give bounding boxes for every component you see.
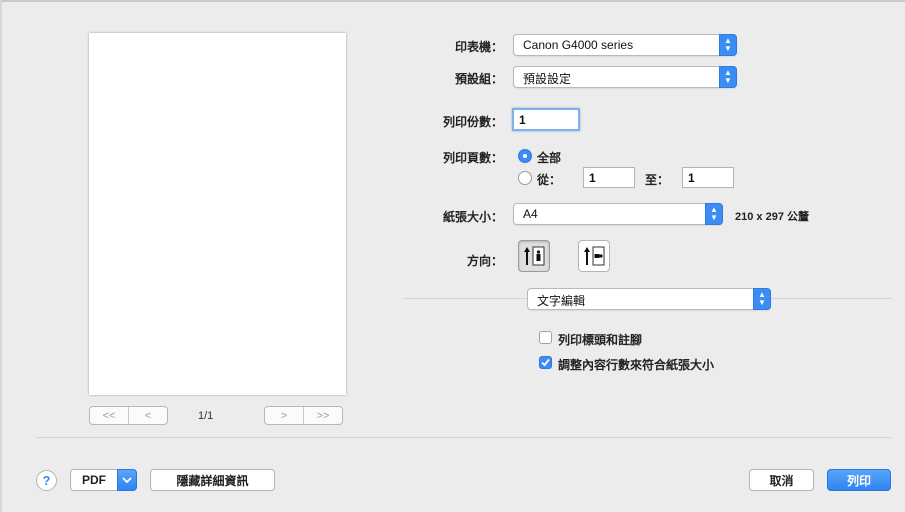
popup-arrows-icon: ▲ ▼ <box>719 34 737 56</box>
pages-label: 列印頁數： <box>442 151 503 165</box>
printer-popup[interactable]: Canon G4000 series ▲ ▼ <box>513 34 737 56</box>
preview-nav-back: << < <box>89 406 168 425</box>
preset-label: 預設組： <box>454 72 503 86</box>
preset-value: 預設設定 <box>523 72 572 86</box>
pages-from-field[interactable]: 1 <box>583 167 635 188</box>
top-border <box>0 0 905 2</box>
paper-dimensions: 210 x 297 公釐 <box>735 211 809 223</box>
checkmark-icon <box>541 358 550 367</box>
fit-lines-checkbox[interactable] <box>539 356 552 369</box>
popup-arrows-icon: ▲ ▼ <box>705 203 723 225</box>
first-page-button[interactable]: << <box>90 407 128 424</box>
header-footer-checkbox[interactable] <box>539 331 552 344</box>
pages-all-label: 全部 <box>537 151 562 165</box>
landscape-icon <box>584 246 605 266</box>
pdf-menu-button[interactable] <box>117 469 137 491</box>
footer-divider <box>36 437 891 438</box>
pages-to-value: 1 <box>688 171 695 185</box>
preset-popup[interactable]: 預設設定 ▲ ▼ <box>513 66 737 88</box>
fit-lines-label: 調整內容行數來符合紙張大小 <box>558 358 715 372</box>
help-button[interactable]: ? <box>36 470 57 491</box>
orientation-label: 方向： <box>466 254 503 268</box>
pages-all-radio[interactable] <box>518 149 532 163</box>
portrait-icon <box>524 246 545 266</box>
pages-from-value: 1 <box>589 171 596 185</box>
section-popup-value: 文字編輯 <box>537 294 586 308</box>
portrait-orientation-button[interactable] <box>518 240 550 272</box>
cancel-button[interactable]: 取消 <box>749 469 814 491</box>
paper-size-label: 紙張大小： <box>442 210 503 224</box>
copies-value: 1 <box>519 113 526 127</box>
page-preview <box>89 33 346 395</box>
next-page-button[interactable]: > <box>265 407 303 424</box>
printer-label: 印表機： <box>454 40 503 54</box>
landscape-orientation-button[interactable] <box>578 240 610 272</box>
section-popup[interactable]: 文字編輯 ▲ ▼ <box>527 288 771 310</box>
pages-from-label: 從： <box>537 173 562 187</box>
chevron-down-icon <box>122 477 132 484</box>
page-indicator: 1/1 <box>198 410 214 422</box>
paper-size-value: A4 <box>523 207 538 221</box>
pages-to-field[interactable]: 1 <box>682 167 734 188</box>
left-border <box>0 0 2 512</box>
preview-nav-forward: > >> <box>264 406 343 425</box>
copies-field[interactable]: 1 <box>512 108 580 131</box>
pdf-button[interactable]: PDF <box>70 469 118 491</box>
popup-arrows-icon: ▲ ▼ <box>753 288 771 310</box>
popup-arrows-icon: ▲ ▼ <box>719 66 737 88</box>
header-footer-label: 列印標頭和註腳 <box>558 333 643 347</box>
printer-value: Canon G4000 series <box>523 38 634 52</box>
hide-details-button[interactable]: 隱藏詳細資訊 <box>150 469 275 491</box>
pages-range-radio[interactable] <box>518 171 532 185</box>
prev-page-button[interactable]: < <box>128 407 167 424</box>
copies-label: 列印份數： <box>442 115 503 129</box>
print-button[interactable]: 列印 <box>827 469 891 491</box>
paper-size-popup[interactable]: A4 ▲ ▼ <box>513 203 723 225</box>
last-page-button[interactable]: >> <box>303 407 342 424</box>
pages-to-label: 至： <box>645 173 670 187</box>
